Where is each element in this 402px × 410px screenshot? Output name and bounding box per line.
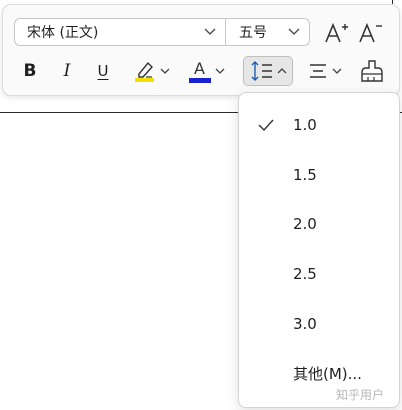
chevron-up-icon [277, 68, 286, 74]
chevron-down-icon[interactable] [283, 18, 305, 46]
font-name-value: 宋体 (正文) [27, 25, 99, 41]
line-spacing-icon [251, 61, 272, 81]
underline-label: U [97, 62, 109, 80]
menu-item-1-5[interactable]: 1.5 [239, 155, 399, 195]
shrink-font-icon [359, 22, 382, 43]
menu-item-label: 其他(M)... [293, 364, 362, 383]
menu-item-label: 1.0 [293, 116, 317, 134]
grow-font-button[interactable] [322, 19, 350, 47]
highlighter-icon [134, 61, 154, 82]
floating-format-toolbar: 宋体 (正文) 五号 B I U A [2, 4, 400, 96]
line-spacing-button[interactable] [243, 56, 293, 86]
underline-button[interactable]: U [92, 57, 114, 85]
menu-item-label: 2.0 [293, 215, 317, 233]
chevron-down-icon [215, 68, 225, 74]
chevron-down-icon [160, 68, 169, 74]
chevron-down-icon [332, 68, 341, 74]
format-painter-icon [361, 60, 383, 82]
menu-item-label: 2.5 [293, 265, 317, 283]
align-center-icon [309, 64, 326, 78]
alignment-button[interactable] [299, 57, 349, 85]
font-name-combo[interactable]: 宋体 (正文) [14, 18, 226, 46]
shrink-font-button[interactable] [356, 19, 384, 47]
italic-button[interactable]: I [56, 57, 78, 85]
font-color-label: A [194, 59, 205, 78]
font-size-combo[interactable]: 五号 [225, 18, 310, 46]
bold-button[interactable]: B [19, 57, 41, 85]
grow-font-icon [325, 22, 348, 43]
highlight-color-button[interactable] [129, 57, 173, 85]
font-color-button[interactable]: A [185, 57, 229, 85]
menu-item-1-0[interactable]: 1.0 [239, 105, 399, 145]
font-size-value: 五号 [239, 25, 267, 41]
checkmark-icon [239, 119, 293, 131]
menu-item-2-5[interactable]: 2.5 [239, 254, 399, 294]
format-painter-button[interactable] [358, 57, 386, 85]
menu-item-3-0[interactable]: 3.0 [239, 304, 399, 344]
menu-item-label: 3.0 [293, 315, 317, 333]
chevron-down-icon[interactable] [199, 18, 221, 46]
font-color-swatch [189, 78, 211, 83]
watermark-text: 知乎用户 [336, 388, 385, 402]
menu-item-label: 1.5 [293, 166, 317, 184]
line-spacing-menu: 1.0 1.5 2.0 2.5 3.0 其他(M)... [238, 92, 400, 408]
menu-item-2-0[interactable]: 2.0 [239, 204, 399, 244]
